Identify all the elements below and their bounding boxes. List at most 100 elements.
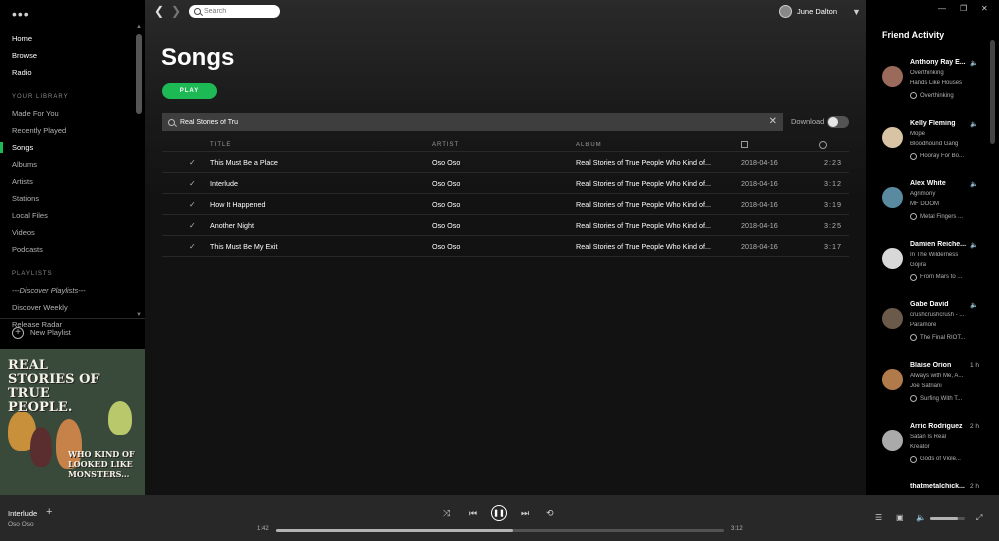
filter-input[interactable] — [180, 118, 740, 126]
now-playing-album-art[interactable]: REAL STORIES OF TRUE PEOPLE. WHO KIND OF… — [0, 349, 145, 495]
friend-name[interactable]: Blaise Orion — [910, 362, 968, 369]
song-artist[interactable]: Oso Oso — [432, 179, 460, 188]
scroll-thumb[interactable] — [136, 34, 142, 114]
table-row[interactable]: ✓ This Must Be My Exit Oso Oso Real Stories… — [162, 236, 849, 257]
filter-bar[interactable]: ✕ — [162, 113, 783, 131]
back-arrow-icon[interactable]: ❮ — [154, 4, 164, 18]
friend-name[interactable]: Damien Reiche... — [910, 241, 968, 248]
pause-button[interactable]: ❚❚ — [491, 505, 507, 521]
song-album[interactable]: Real Stories of True People Who Kind of.… — [576, 158, 716, 167]
friend-name[interactable]: Gabe David — [910, 301, 968, 308]
table-row[interactable]: ✓ Another Night Oso Oso Real Stories of Tru… — [162, 215, 849, 236]
sidebar-item-artists[interactable]: Artists — [0, 173, 145, 190]
sidebar-item-browse[interactable]: Browse — [0, 47, 145, 64]
check-icon[interactable]: ✓ — [189, 221, 196, 230]
friend-avatar[interactable] — [882, 247, 903, 269]
close-icon[interactable]: ✕ — [769, 116, 777, 127]
play-button[interactable]: PLAY — [162, 83, 217, 99]
friend-context[interactable]: Overthinking — [910, 92, 980, 99]
calendar-icon[interactable] — [741, 141, 748, 148]
friend-context[interactable]: Hooray For Bo... — [910, 152, 980, 160]
friend-track[interactable]: In The Wilderness — [910, 252, 970, 258]
friend-context[interactable]: Surfing With T... — [910, 395, 980, 402]
friends-scrollbar[interactable] — [990, 40, 995, 495]
sidebar-item-podcasts[interactable]: Podcasts — [0, 241, 145, 258]
volume-slider[interactable] — [930, 517, 965, 520]
friend-avatar[interactable] — [882, 126, 903, 148]
now-playing-artist[interactable]: Oso Oso — [8, 521, 34, 528]
more-dots-icon[interactable]: ••• — [12, 6, 30, 22]
now-playing-title[interactable]: Interlude — [8, 509, 37, 518]
search-input[interactable] — [204, 8, 274, 15]
sidebar-item-recently-played[interactable]: Recently Played — [0, 122, 145, 139]
repeat-icon[interactable]: ⟲ — [546, 508, 554, 519]
sidebar-item-stations[interactable]: Stations — [0, 190, 145, 207]
playlist-item[interactable]: ---Discover Playlists--- — [0, 282, 145, 299]
sidebar-item-radio[interactable]: Radio — [0, 64, 145, 81]
sidebar-item-videos[interactable]: Videos — [0, 224, 145, 241]
friend-avatar[interactable] — [882, 187, 903, 209]
sidebar-item-home[interactable]: Home — [0, 30, 145, 47]
check-icon[interactable]: ✓ — [189, 242, 196, 251]
friend-track[interactable]: Mope — [910, 131, 970, 137]
user-menu[interactable]: June Dalton ▼ — [779, 5, 861, 18]
friend-track[interactable]: Agrimony — [910, 191, 970, 197]
friend-name[interactable]: Arric Rodriguez — [910, 423, 968, 430]
chevron-down-icon[interactable]: ▼ — [852, 7, 861, 17]
song-album[interactable]: Real Stories of True People Who Kind of.… — [576, 242, 716, 251]
scroll-thumb[interactable] — [990, 40, 995, 144]
next-icon[interactable]: ⏭ — [521, 508, 529, 519]
song-artist[interactable]: Oso Oso — [432, 200, 460, 209]
playlist-item[interactable]: Discover Weekly — [0, 299, 145, 316]
friend-avatar[interactable] — [882, 66, 903, 87]
friend-artist[interactable]: Bloodhound Gang — [910, 141, 970, 147]
friend-artist[interactable]: Gojira — [910, 262, 970, 268]
friend-track[interactable]: crushcrushcrush - ... — [910, 312, 970, 318]
friend-artist[interactable]: Joe Satriani — [910, 383, 970, 389]
header-album[interactable]: ALBUM — [576, 142, 716, 148]
friend-artist[interactable]: Kreator — [910, 444, 970, 450]
friend-name[interactable]: Alex White — [910, 180, 968, 187]
shuffle-icon[interactable]: ⤨ — [443, 508, 450, 519]
friend-avatar[interactable] — [882, 308, 903, 330]
restore-icon[interactable]: ❐ — [960, 4, 967, 13]
friend-avatar[interactable] — [882, 429, 903, 451]
add-icon[interactable]: + — [46, 506, 52, 518]
friend-name[interactable]: Anthony Ray E... — [910, 59, 968, 66]
volume-icon[interactable]: 🔈 — [916, 513, 926, 522]
close-icon[interactable]: ✕ — [981, 4, 988, 13]
fullscreen-icon[interactable]: ⤢ — [976, 513, 982, 523]
check-icon[interactable]: ✓ — [189, 200, 196, 209]
friend-artist[interactable]: Paramore — [910, 322, 970, 328]
minimize-icon[interactable]: — — [938, 4, 946, 13]
song-artist[interactable]: Oso Oso — [432, 221, 460, 230]
header-artist[interactable]: ARTIST — [432, 142, 459, 148]
friend-context[interactable]: From Mars to ... — [910, 273, 980, 281]
friend-artist[interactable]: Hands Like Houses — [910, 80, 970, 86]
progress-bar[interactable] — [276, 529, 724, 532]
table-row[interactable]: ✓ This Must Be a Place Oso Oso Real Stories… — [162, 152, 849, 173]
song-album[interactable]: Real Stories of True People Who Kind of.… — [576, 179, 716, 188]
sidebar-item-albums[interactable]: Albums — [0, 156, 145, 173]
friend-track[interactable]: Always with Me, A... — [910, 373, 970, 379]
friend-artist[interactable]: MF DOOM — [910, 201, 970, 207]
sidebar-item-local-files[interactable]: Local Files — [0, 207, 145, 224]
sidebar-item-songs[interactable]: Songs — [0, 139, 145, 156]
sidebar-item-made-for-you[interactable]: Made For You — [0, 105, 145, 122]
friend-name[interactable]: thatmetalchick... — [910, 483, 968, 490]
friend-context[interactable]: Metal Fingers ... — [910, 213, 980, 221]
sidebar-scrollbar[interactable]: ▲ ▼ — [136, 24, 142, 318]
clock-icon[interactable] — [819, 140, 827, 149]
table-row[interactable]: ✓ How It Happened Oso Oso Real Stories of T… — [162, 194, 849, 215]
new-playlist-button[interactable]: + New Playlist — [12, 326, 71, 340]
friend-avatar[interactable] — [882, 369, 903, 390]
song-album[interactable]: Real Stories of True People Who Kind of.… — [576, 200, 716, 209]
friend-track[interactable]: Overthinking — [910, 70, 970, 76]
friend-context[interactable]: Gods of Viole... — [910, 455, 980, 463]
previous-icon[interactable]: ⏮ — [469, 508, 477, 519]
friend-track[interactable]: Satan Is Real — [910, 434, 970, 440]
forward-arrow-icon[interactable]: ❯ — [171, 4, 181, 18]
friend-name[interactable]: Kelly Fleming — [910, 120, 968, 127]
queue-icon[interactable]: ☰ — [875, 513, 882, 522]
check-icon[interactable]: ✓ — [189, 179, 196, 188]
